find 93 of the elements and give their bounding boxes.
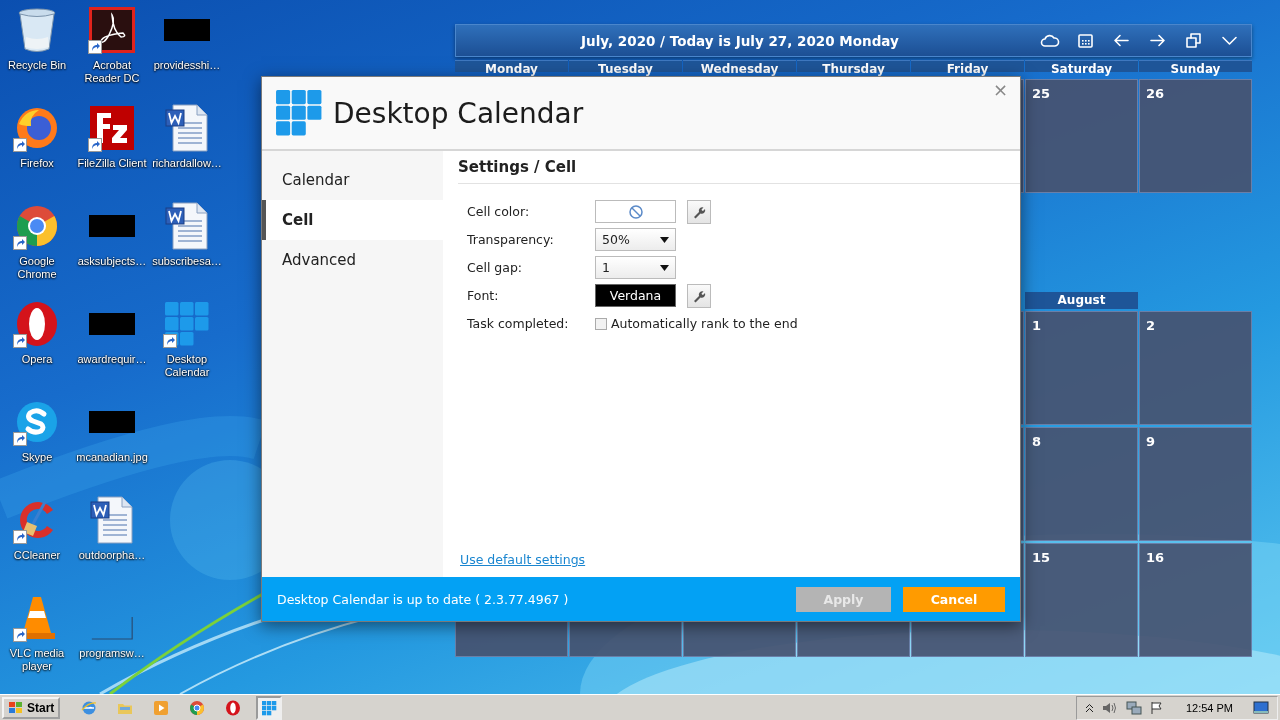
clock[interactable]: 12:54 PM — [1185, 701, 1233, 714]
skype-icon — [15, 400, 59, 444]
default-settings-link[interactable]: Use default settings — [460, 552, 586, 567]
day-cell[interactable]: 25 — [1025, 79, 1138, 193]
filezilla-icon — [89, 105, 135, 151]
month-label: August — [1025, 292, 1138, 309]
flag-icon[interactable] — [1149, 700, 1164, 715]
show-desktop-icon[interactable] — [1253, 700, 1269, 715]
browser-icon — [81, 699, 98, 716]
desktop-icon-label[interactable]: Google Chrome — [0, 255, 74, 281]
speaker-icon[interactable] — [1101, 700, 1118, 715]
opera-icon — [225, 699, 242, 716]
calendar-grid-icon — [164, 301, 210, 347]
desktop-icon-label[interactable]: FileZilla Client — [75, 157, 149, 170]
day-number: 2 — [1146, 318, 1156, 333]
dropdown[interactable]: 1 — [595, 256, 676, 279]
dialog-title: Desktop Calendar — [333, 96, 584, 130]
windows-logo-icon — [8, 700, 24, 715]
calendar-grid-icon — [261, 699, 278, 716]
desktop-icon-label[interactable]: CCleaner — [0, 549, 74, 562]
sidebar-item[interactable]: Advanced — [262, 240, 443, 280]
app-logo-icon — [275, 89, 323, 137]
desktop-icon-label[interactable]: awardrequir… — [75, 353, 149, 366]
desktop-icon-label[interactable]: Opera — [0, 353, 74, 366]
sidebar-item[interactable]: Calendar — [262, 160, 443, 200]
redacted-block-icon — [89, 215, 135, 237]
desktop-icon-label[interactable]: VLC media player — [0, 647, 74, 673]
redacted-block-icon — [89, 313, 135, 335]
day-number: 25 — [1032, 86, 1051, 101]
day-number: 8 — [1032, 434, 1042, 449]
document-icon — [90, 496, 134, 544]
day-number: 15 — [1032, 550, 1051, 565]
day-cell[interactable]: 8 — [1025, 427, 1138, 541]
day-number: 16 — [1146, 550, 1165, 565]
day-number: 26 — [1146, 86, 1165, 101]
caret-down-icon — [660, 264, 669, 271]
section-heading: Settings / Cell — [458, 158, 577, 176]
chevron-up-icon[interactable] — [1084, 701, 1094, 714]
sidebar-item[interactable]: Cell — [262, 200, 443, 240]
wrench-button[interactable] — [687, 283, 711, 308]
field-label: Transparency: — [467, 232, 555, 247]
none-icon — [628, 204, 643, 219]
field-label: Cell color: — [467, 204, 531, 219]
redacted-block-icon — [89, 411, 135, 433]
desktop-icon-label[interactable]: asksubjects… — [75, 255, 149, 268]
desktop-icon-label[interactable]: providesshi… — [150, 59, 224, 72]
day-cell[interactable]: 16 — [1139, 543, 1252, 657]
start-button[interactable]: Start — [2, 696, 61, 719]
desktop-icon-label[interactable]: Recycle Bin — [0, 59, 74, 72]
day-cell[interactable]: 9 — [1139, 427, 1252, 541]
calendar-title: July, 2020 / Today is July 27, 2020 Monday — [581, 32, 900, 49]
desktop-icon-label[interactable]: Desktop Calendar — [150, 353, 224, 379]
font-picker[interactable]: Verdana — [595, 284, 676, 307]
desktop-icon-label[interactable]: richardallow… — [150, 157, 224, 170]
document-icon — [165, 104, 209, 152]
network-icon[interactable] — [1125, 700, 1142, 715]
desktop-icon-label[interactable]: outdoorpha… — [75, 549, 149, 562]
desktop-icon-label[interactable]: Acrobat Reader DC — [75, 59, 149, 85]
wrench-icon — [692, 204, 706, 219]
color-picker[interactable] — [595, 200, 676, 223]
taskbar-app-button[interactable] — [256, 695, 283, 720]
field-label: Cell gap: — [467, 260, 524, 275]
day-number: 1 — [1032, 318, 1042, 333]
opera-icon — [15, 301, 59, 347]
checkbox[interactable] — [595, 317, 607, 330]
field-label: Font: — [467, 288, 500, 303]
dropdown[interactable]: 50% — [595, 228, 676, 251]
day-cell[interactable]: 15 — [1025, 543, 1138, 657]
day-cell[interactable]: 1 — [1025, 311, 1138, 425]
blank-file-icon — [90, 616, 134, 640]
desktop-icon-label[interactable]: mcanadian.jpg — [75, 451, 149, 464]
day-cell[interactable]: 2 — [1139, 311, 1252, 425]
fox-globe-icon — [15, 106, 59, 150]
chrome-icon — [189, 699, 206, 716]
close-button[interactable]: × — [988, 79, 1012, 100]
desktop-icon-label[interactable]: programsw… — [75, 647, 149, 660]
wrench-button[interactable] — [687, 199, 711, 224]
status-text: Desktop Calendar is up to date ( 2.3.77.4967 ) — [277, 591, 570, 607]
desktop-icon-label[interactable]: Skype — [0, 451, 74, 464]
chrome-icon — [15, 204, 59, 248]
acrobat-icon — [89, 7, 135, 53]
desktop-icon-label[interactable]: subscribesa… — [150, 255, 224, 268]
desktop-icon-label[interactable]: Firefox — [0, 157, 74, 170]
day-number: 9 — [1146, 434, 1156, 449]
document-icon — [165, 202, 209, 250]
field-label: Task completed: — [467, 316, 570, 331]
wrench-icon — [692, 288, 706, 303]
checkbox-label: Automatically rank to the end — [611, 316, 798, 331]
recycle-bin-icon — [17, 7, 57, 53]
day-cell[interactable]: 26 — [1139, 79, 1252, 193]
caret-down-icon — [660, 236, 669, 243]
redacted-block-icon — [164, 19, 210, 41]
media-player-icon — [153, 699, 170, 716]
